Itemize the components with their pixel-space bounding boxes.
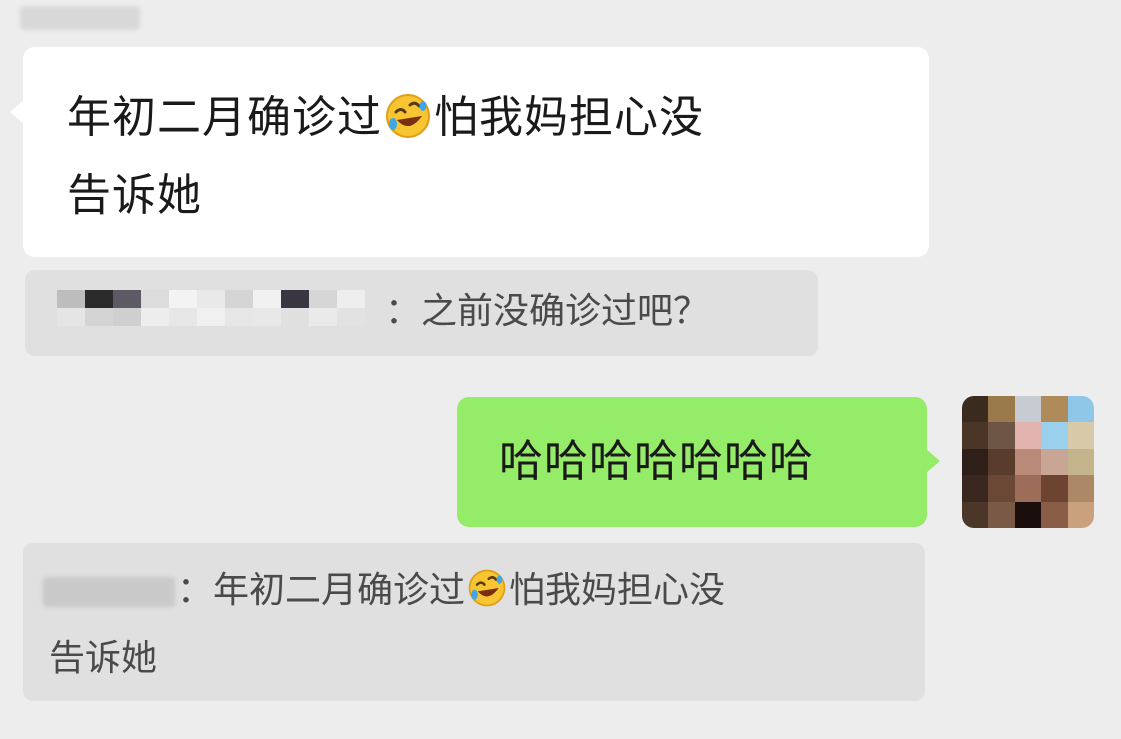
outgoing-message-bubble[interactable]: 哈哈哈哈哈哈哈 — [457, 397, 927, 527]
rolling-laughing-emoji-icon — [386, 94, 430, 138]
quoted-message-1[interactable]: ：之前没确诊过吧？ — [25, 270, 818, 356]
incoming-message-bubble[interactable]: 年初二月确诊过 怕我妈担心没 告诉她 — [23, 47, 929, 257]
avatar[interactable] — [962, 396, 1094, 528]
rolling-laughing-emoji-icon — [468, 569, 506, 607]
outgoing-bubble-tail — [926, 449, 940, 473]
quoted-text-2-line2: 告诉她 — [49, 638, 158, 679]
quote-separator-2: ： — [177, 570, 214, 611]
quote2-text-part2: 怕我妈担心没 — [509, 570, 726, 611]
incoming-message-text: 年初二月确诊过 怕我妈担心没 告诉她 — [67, 79, 907, 235]
quote-separator: ： — [385, 291, 422, 332]
incoming-bubble-tail — [10, 100, 24, 124]
quoted-text-2: ：年初二月确诊过 怕我妈担心没 — [177, 557, 907, 625]
quoted-sender-name-blurred-2 — [43, 577, 175, 607]
quoted-sender-name-pixelated — [57, 290, 365, 326]
incoming-text-part2: 怕我妈担心没 — [434, 92, 704, 143]
sender-name-blurred — [20, 6, 140, 30]
quoted-text-1: ：之前没确诊过吧？ — [385, 278, 709, 346]
outgoing-message-text: 哈哈哈哈哈哈哈 — [499, 436, 814, 487]
quote-content: 之前没确诊过吧？ — [421, 291, 710, 332]
quote2-text-part1: 年初二月确诊过 — [213, 570, 466, 611]
incoming-text-part1: 年初二月确诊过 — [67, 92, 382, 143]
quoted-message-2[interactable]: ：年初二月确诊过 怕我妈担心没 告诉她 — [23, 543, 925, 701]
incoming-text-part3: 告诉她 — [67, 170, 202, 221]
